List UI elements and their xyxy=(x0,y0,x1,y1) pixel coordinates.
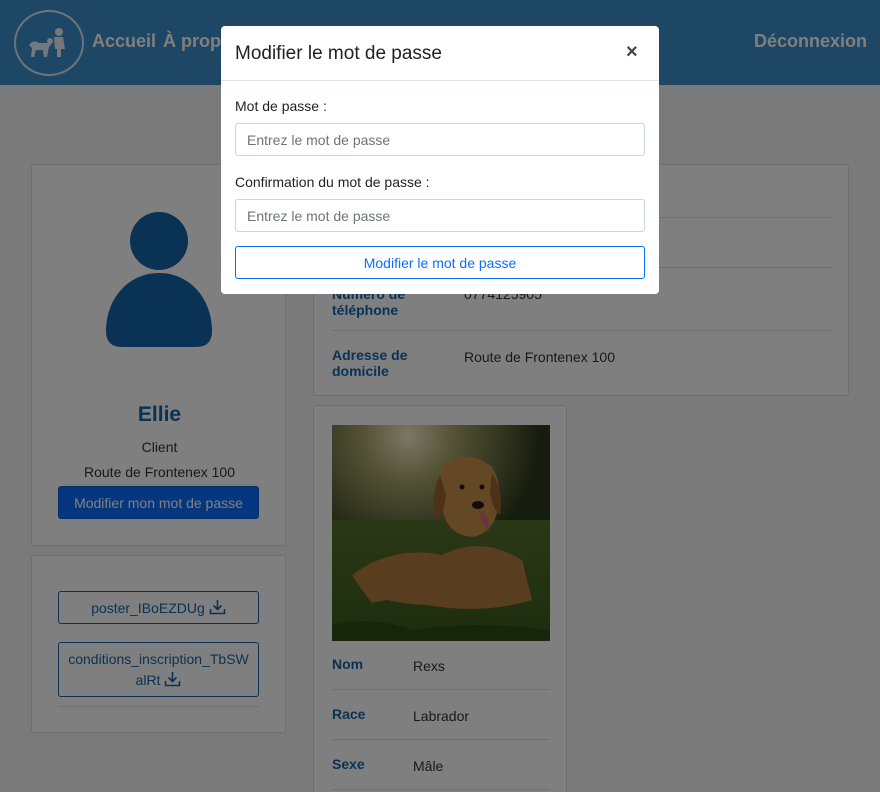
password-label: Mot de passe : xyxy=(235,98,327,114)
confirm-password-input[interactable] xyxy=(235,199,645,232)
password-input[interactable] xyxy=(235,123,645,156)
change-password-modal: Modifier le mot de passe × Mot de passe … xyxy=(221,26,659,294)
submit-password-button[interactable]: Modifier le mot de passe xyxy=(235,246,645,279)
divider xyxy=(221,80,659,81)
confirm-password-label: Confirmation du mot de passe : xyxy=(235,174,430,190)
close-icon[interactable]: × xyxy=(626,42,638,62)
modal-title: Modifier le mot de passe xyxy=(235,43,442,64)
